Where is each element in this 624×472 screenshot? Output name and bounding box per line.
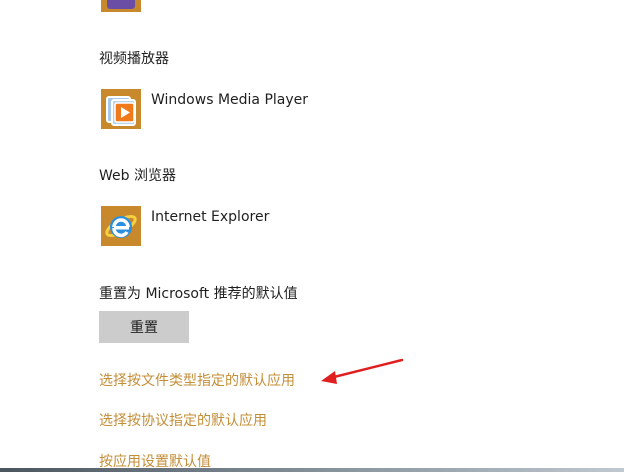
previous-app-tile[interactable] <box>101 0 141 12</box>
reset-button[interactable]: 重置 <box>99 311 189 343</box>
app-tile <box>101 206 141 246</box>
web-browser-default-app[interactable]: Internet Explorer <box>101 206 361 246</box>
taskbar-edge <box>0 468 624 472</box>
internet-explorer-icon <box>105 214 137 238</box>
web-browser-heading: Web 浏览器 <box>99 168 176 184</box>
video-player-default-app[interactable]: Windows Media Player <box>101 89 361 129</box>
windows-media-player-icon <box>106 96 136 126</box>
choose-defaults-by-file-type-link[interactable]: 选择按文件类型指定的默认应用 <box>99 372 295 390</box>
video-player-heading: 视频播放器 <box>99 51 169 67</box>
reset-heading: 重置为 Microsoft 推荐的默认值 <box>99 286 298 302</box>
choose-defaults-by-protocol-link[interactable]: 选择按协议指定的默认应用 <box>99 412 267 430</box>
previous-app-icon <box>107 0 135 9</box>
app-tile <box>101 89 141 129</box>
web-browser-app-name: Internet Explorer <box>151 209 270 225</box>
video-player-app-name: Windows Media Player <box>151 92 309 108</box>
red-arrow-annotation <box>321 358 404 384</box>
